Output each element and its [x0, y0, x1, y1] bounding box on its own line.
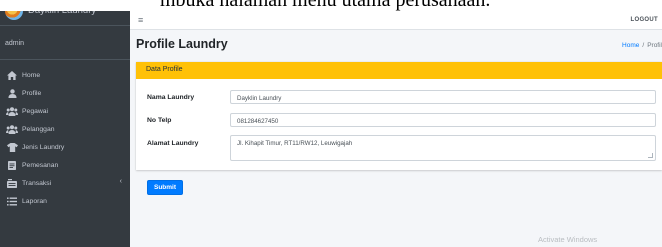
- no-telp-label: No Telp: [147, 117, 172, 124]
- breadcrumb-current: Profil: [647, 42, 662, 49]
- users-icon: [6, 106, 18, 116]
- sidebar-item-pegawai[interactable]: Pegawai: [0, 102, 130, 120]
- alamat-laundry-textarea[interactable]: Jl. Kihapit Timur, RT11/RW12, Leuwigajah: [230, 135, 656, 161]
- activate-windows-watermark: Activate Windows: [538, 235, 598, 244]
- sidebar-item-label: Pemesanan: [22, 161, 59, 169]
- caption-text: mbuka halaman menu utama perusahaan.: [160, 0, 491, 11]
- nama-laundry-label: Nama Laundry: [147, 94, 195, 101]
- logout-link[interactable]: LOGOUT: [631, 17, 658, 23]
- sidebar-item-label: Jenis Laundry: [22, 143, 65, 151]
- caption-strip: mbuka halaman menu utama perusahaan.: [0, 0, 662, 11]
- sidebar-item-pelanggan[interactable]: Pelanggan: [0, 120, 130, 138]
- user-name: admin: [5, 40, 25, 47]
- sidebar-item-transaksi[interactable]: Transaksi ‹: [0, 174, 130, 192]
- home-icon: [6, 70, 18, 80]
- sidebar-item-label: Laporan: [22, 197, 47, 205]
- user-panel[interactable]: admin: [0, 26, 130, 60]
- sidebar-item-pemesanan[interactable]: Pemesanan: [0, 156, 130, 174]
- breadcrumb-home-link[interactable]: Home: [622, 42, 639, 49]
- sidebar-item-laporan[interactable]: Laporan: [0, 192, 130, 210]
- sidebar-item-label: Profile: [22, 89, 42, 97]
- shirt-icon: [6, 142, 18, 152]
- chevron-left-icon[interactable]: ‹: [120, 178, 122, 185]
- top-navbar: ≡ LOGOUT: [130, 11, 662, 30]
- sidebar-item-label: Pelanggan: [22, 125, 55, 133]
- sidebar-item-label: Pegawai: [22, 107, 49, 115]
- profile-card: Data Profile Nama Laundry Dayklin Laundr…: [136, 62, 662, 170]
- card-header: Data Profile: [136, 62, 662, 79]
- card-title: Data Profile: [146, 66, 183, 73]
- users-icon: [6, 124, 18, 134]
- nama-laundry-field[interactable]: Dayklin Laundry: [230, 90, 656, 104]
- user-icon: [6, 88, 18, 98]
- transaction-icon: [6, 178, 18, 188]
- sidebar-item-profile[interactable]: Profile: [0, 84, 130, 102]
- sidebar-nav: Home Profile Pegawai Pelanggan Jenis Lau…: [0, 66, 130, 210]
- no-telp-field[interactable]: 081284627450: [230, 113, 656, 127]
- page-title: Profile Laundry: [136, 37, 228, 51]
- sidebar-item-jenis-laundry[interactable]: Jenis Laundry: [0, 138, 130, 156]
- resize-handle-icon[interactable]: [648, 153, 653, 158]
- menu-icon[interactable]: ≡: [138, 15, 143, 25]
- document-icon: [6, 160, 18, 170]
- alamat-laundry-value: Jl. Kihapit Timur, RT11/RW12, Leuwigajah: [237, 140, 353, 147]
- sidebar-item-label: Transaksi: [22, 179, 52, 187]
- sidebar-item-home[interactable]: Home: [0, 66, 130, 84]
- breadcrumb: Home / Profil: [622, 42, 662, 49]
- alamat-laundry-label: Alamat Laundry: [147, 140, 199, 147]
- sidebar-item-label: Home: [22, 71, 41, 79]
- submit-button[interactable]: Submit: [147, 180, 183, 195]
- list-icon: [6, 196, 18, 206]
- sidebar: Dayklin Laundry admin Home Profile Pegaw…: [0, 0, 130, 247]
